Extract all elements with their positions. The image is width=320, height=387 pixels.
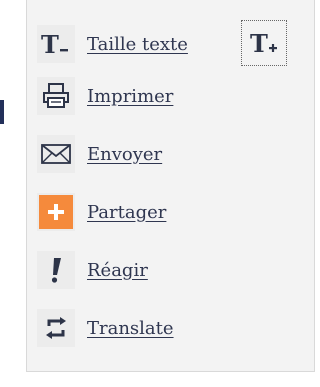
refresh-arrows-icon xyxy=(37,309,75,347)
text-size-increase-icon: T xyxy=(250,29,277,58)
page-edge-fragment xyxy=(0,100,4,124)
exclamation-icon xyxy=(37,251,75,289)
share-plus-icon xyxy=(37,193,75,231)
article-tools-panel: T Taille texte T Imprimer Envoyer Partag… xyxy=(26,0,315,372)
share-label[interactable]: Partager xyxy=(87,202,166,223)
react-label[interactable]: Réagir xyxy=(87,260,148,281)
svg-text:T: T xyxy=(250,29,268,58)
print-label[interactable]: Imprimer xyxy=(87,86,173,107)
send-email-label[interactable]: Envoyer xyxy=(87,144,162,165)
translate-label[interactable]: Translate xyxy=(87,318,174,339)
translate-button[interactable]: Translate xyxy=(37,306,174,350)
print-button[interactable]: Imprimer xyxy=(37,74,173,118)
text-size-button[interactable]: T Taille texte xyxy=(37,22,188,66)
react-button[interactable]: Réagir xyxy=(37,248,148,292)
share-button[interactable]: Partager xyxy=(37,190,166,234)
printer-icon xyxy=(37,77,75,115)
page: T Taille texte T Imprimer Envoyer Partag… xyxy=(0,0,315,387)
envelope-icon xyxy=(37,135,75,173)
increase-text-size-button[interactable]: T xyxy=(241,20,287,66)
text-size-decrease-icon: T xyxy=(37,25,75,63)
svg-text:T: T xyxy=(41,30,59,59)
send-email-button[interactable]: Envoyer xyxy=(37,132,162,176)
text-size-label[interactable]: Taille texte xyxy=(87,34,188,55)
